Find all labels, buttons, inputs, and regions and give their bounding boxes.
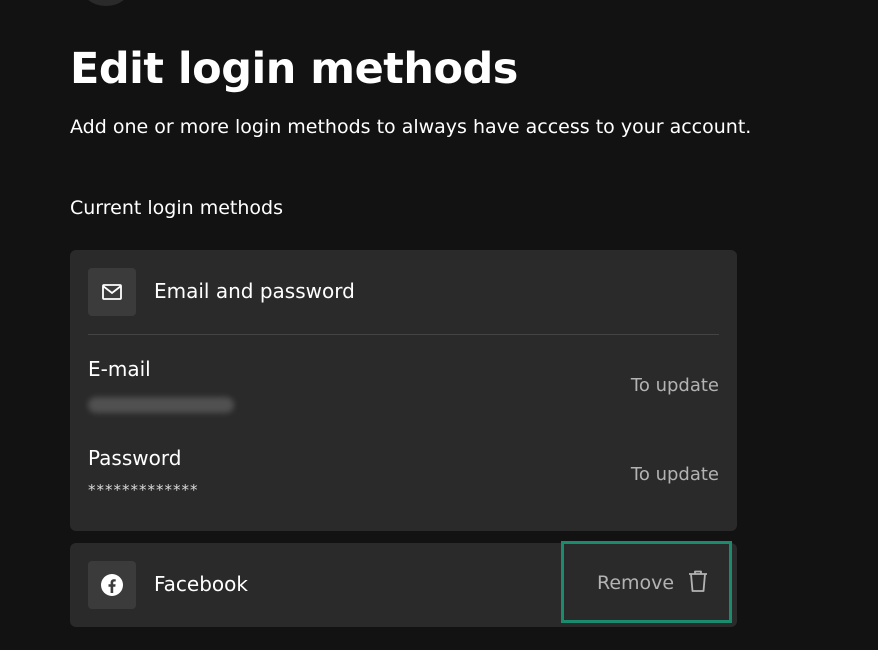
email-value-redacted [88,397,234,413]
email-label: E-mail [88,357,151,381]
page: Edit login methods Add one or more login… [0,0,878,650]
update-password-link[interactable]: To update [631,464,719,485]
facebook-method-title: Facebook [154,572,248,596]
mail-icon [88,268,136,316]
divider [88,334,719,335]
password-label: Password [88,446,182,470]
email-password-card: Email and password E-mail To update Pass… [70,250,737,531]
avatar[interactable] [80,0,132,6]
page-subtitle: Add one or more login methods to always … [70,116,752,138]
section-label: Current login methods [70,197,283,219]
remove-facebook-button[interactable]: Remove [597,568,710,598]
facebook-icon [88,561,136,609]
email-method-title: Email and password [154,279,355,303]
remove-label: Remove [597,572,675,594]
password-value: ************* [88,481,199,499]
trash-icon [686,568,710,598]
update-email-link[interactable]: To update [631,375,719,396]
page-title: Edit login methods [70,44,518,94]
